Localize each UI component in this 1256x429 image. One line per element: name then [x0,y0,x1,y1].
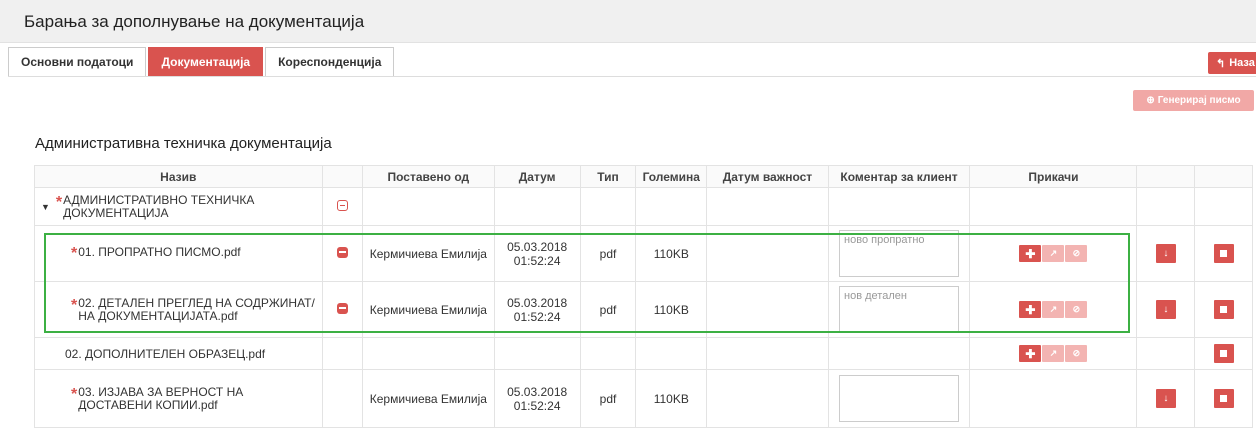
file-type: pdf [579,369,637,428]
comment-field[interactable]: нов детален [839,286,960,333]
tabs-divider [8,76,1256,77]
date-cell: 05.03.2018 01:52:24 [493,281,581,338]
ban-icon[interactable]: ⊘ [1065,345,1088,362]
validity-date [706,369,829,428]
file-type: pdf [579,281,637,338]
group-status-cell [321,187,364,226]
remove-icon[interactable] [336,302,348,314]
tab-correspondence[interactable]: Кореспонденција [265,47,395,77]
col-header-attach: Прикачи [969,165,1138,188]
table-header-row: Назив Поставено од Датум Тип Големина Да… [34,165,1253,188]
col-header-size: Големина [635,165,708,188]
stop-icon[interactable] [1213,344,1234,363]
file-name-cell: *02. ДЕТАЛЕН ПРЕГЛЕД НА СОДРЖИНАТ/НА ДОК… [34,281,323,338]
documents-table: Назив Поставено од Датум Тип Големина Да… [34,165,1253,428]
uploaded-by: Кермичиева Емилија [362,225,495,282]
collapse-icon[interactable] [336,199,348,211]
validity-date [706,225,829,282]
arrow-icon[interactable]: ↗ [1042,345,1065,362]
ban-icon[interactable]: ⊘ [1065,301,1088,318]
arrow-icon[interactable]: ↗ [1042,301,1065,318]
stop-icon[interactable] [1213,389,1234,408]
plus-icon[interactable]: ✚ [1019,245,1042,262]
attach-buttons: ✚ ↗ ⊘ [1019,245,1088,262]
col-header-date: Датум [493,165,581,188]
file-size: 110KB [635,281,708,338]
required-marker: * [71,296,78,314]
file-size: 110KB [635,225,708,282]
page-header: Барања за дополнување на документација [0,0,1256,43]
file-name-line-2: НА ДОКУМЕНТАЦИЈАТА.pdf [78,308,238,323]
back-button-label: Наза [1229,57,1255,69]
plus-circle-icon: ⊕ [1146,95,1155,106]
file-name-cell: *01. ПРОПРАТНО ПИСМО.pdf [34,225,323,282]
stop-icon[interactable] [1213,300,1234,319]
col-header-name: Назив [34,165,323,188]
date: 05.03.2018 [507,239,568,254]
col-header-type: Тип [579,165,637,188]
required-marker: * [71,244,78,262]
table-row: *01. ПРОПРАТНО ПИСМО.pdf Кермичиева Емил… [34,225,1253,282]
group-name-cell: ▼ *АДМИНИСТРАТИВНО ТЕХНИЧКА ДОКУМЕНТАЦИЈА [34,187,323,226]
download-icon[interactable]: ↓ [1155,389,1176,408]
back-arrow-icon: ↰ [1216,57,1226,70]
validity-date [706,281,829,338]
uploaded-by: Кермичиева Емилија [362,281,495,338]
comment-field[interactable]: ново пропратно [839,230,960,277]
time: 01:52:24 [513,253,561,268]
download-icon[interactable]: ↓ [1155,300,1176,319]
table-row: *02. ДЕТАЛЕН ПРЕГЛЕД НА СОДРЖИНАТ/НА ДОК… [34,281,1253,338]
stop-icon[interactable] [1213,244,1234,263]
file-name: 02. ДОПОЛНИТЕЛЕН ОБРАЗЕЦ.pdf [65,346,266,361]
uploaded-by: Кермичиева Емилија [362,369,495,428]
tab-documentation[interactable]: Документација [148,47,264,77]
page-title: Барања за дополнување на документација [24,12,365,31]
plus-icon[interactable]: ✚ [1019,301,1042,318]
file-size: 110KB [635,369,708,428]
attach-buttons: ✚ ↗ ⊘ [1019,301,1088,318]
file-name-line-1: 03. ИЗЈАВА ЗА ВЕРНОСТ НА [78,384,244,399]
group-label: АДМИНИСТРАТИВНО ТЕХНИЧКА ДОКУМЕНТАЦИЈА [63,192,255,220]
file-name-line-1: 02. ДЕТАЛЕН ПРЕГЛЕД НА СОДРЖИНАТ/ [78,295,315,310]
download-icon[interactable]: ↓ [1155,244,1176,263]
tab-bar: Основни податоци Документација Кореспонд… [8,47,396,77]
required-marker: * [71,385,78,403]
col-header-validity: Датум важност [706,165,829,188]
back-button[interactable]: ↰ Наза [1208,52,1256,74]
table-row: *03. ИЗЈАВА ЗА ВЕРНОСТ НА ДОСТАВЕНИ КОПИИ… [34,369,1253,428]
file-name-cell: *03. ИЗЈАВА ЗА ВЕРНОСТ НА ДОСТАВЕНИ КОПИИ… [34,369,323,428]
table-row-group: ▼ *АДМИНИСТРАТИВНО ТЕХНИЧКА ДОКУМЕНТАЦИЈА [34,187,1253,226]
date: 05.03.2018 [507,384,568,399]
date-cell: 05.03.2018 01:52:24 [493,225,581,282]
col-header-uploaded-by: Поставено од [362,165,495,188]
generate-letter-button[interactable]: ⊕ Генерирај писмо [1133,90,1254,111]
caret-down-icon[interactable]: ▼ [41,202,50,212]
section-title: Административна техничка документација [35,135,332,152]
ban-icon[interactable]: ⊘ [1065,245,1088,262]
remove-icon[interactable] [336,246,348,258]
date: 05.03.2018 [507,295,568,310]
time: 01:52:24 [513,309,561,324]
date-cell: 05.03.2018 01:52:24 [493,369,581,428]
col-header-status [321,165,364,188]
attach-buttons: ✚ ↗ ⊘ [1019,345,1088,362]
file-name: 02. ДЕТАЛЕН ПРЕГЛЕД НА СОДРЖИНАТ/НА ДОКУ… [78,295,315,323]
col-header-delete [1194,165,1253,188]
file-type: pdf [579,225,637,282]
col-header-download [1136,165,1196,188]
generate-letter-label: Генерирај писмо [1157,95,1241,106]
required-marker: * [55,193,63,211]
arrow-icon[interactable]: ↗ [1042,245,1065,262]
file-name-line-2: ДОСТАВЕНИ КОПИИ.pdf [78,397,218,412]
comment-field[interactable] [839,375,960,422]
col-header-comment: Коментар за клиент [827,165,971,188]
plus-icon[interactable]: ✚ [1019,345,1042,362]
time: 01:52:24 [513,398,561,413]
table-row: 02. ДОПОЛНИТЕЛЕН ОБРАЗЕЦ.pdf ✚ ↗ ⊘ [34,337,1253,370]
tab-basic-data[interactable]: Основни податоци [8,47,147,77]
file-name: 03. ИЗЈАВА ЗА ВЕРНОСТ НА ДОСТАВЕНИ КОПИИ.… [78,384,244,412]
file-name-cell: 02. ДОПОЛНИТЕЛЕН ОБРАЗЕЦ.pdf [34,337,323,370]
file-name: 01. ПРОПРАТНО ПИСМО.pdf [78,244,241,259]
